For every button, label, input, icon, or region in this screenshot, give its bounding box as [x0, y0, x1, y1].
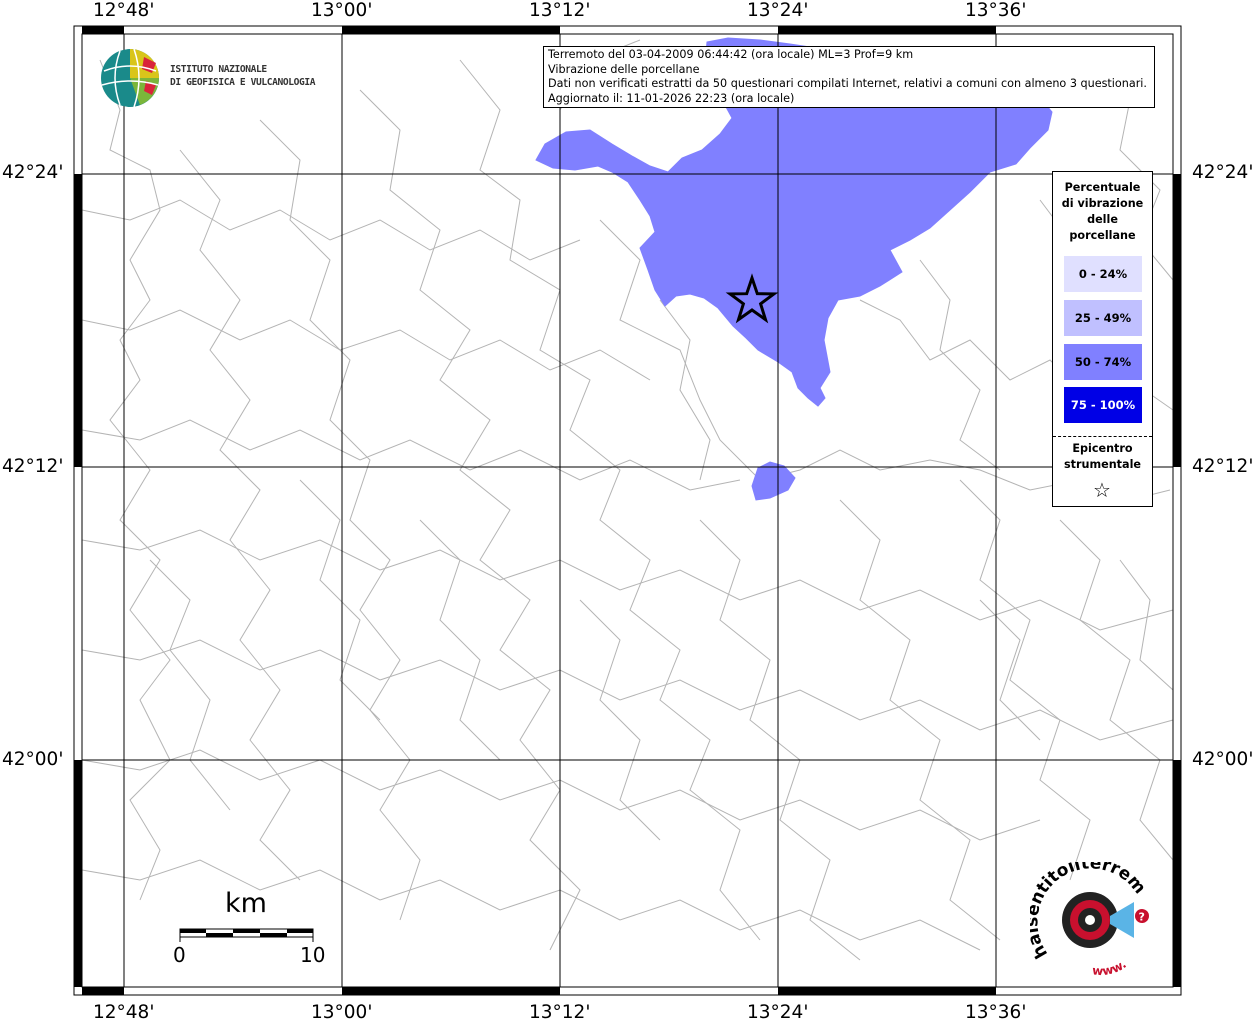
- haisentito-logo-www: www.: [1092, 957, 1129, 978]
- map-subject: Vibrazione delle porcellane: [548, 62, 700, 76]
- legend-star-icon: ☆: [1093, 478, 1111, 502]
- question-icon: ?: [1135, 909, 1149, 924]
- legend-separator: [1053, 436, 1152, 437]
- legend-title: Percentuale di vibrazione delle porcella…: [1053, 180, 1152, 244]
- legend-epicenter-line: Epicentro: [1072, 442, 1133, 455]
- legend-class-50-74: 50 - 74%: [1064, 344, 1142, 380]
- ingv-logo-text: ISTITUTO NAZIONALE DI GEOFISICA E VULCAN…: [170, 63, 316, 89]
- legend-title-line: Percentuale: [1064, 181, 1141, 194]
- lon-label-bottom: 13°00': [311, 1002, 373, 1023]
- lat-label-left: 42°00': [2, 749, 64, 770]
- scale-end: 10: [300, 943, 326, 967]
- scale-unit: km: [225, 888, 267, 919]
- lat-label-left: 42°24': [2, 162, 64, 183]
- lon-label-bottom: 13°36': [965, 1002, 1027, 1023]
- lat-label-right: 42°24': [1192, 162, 1254, 183]
- lat-label-right: 42°12': [1192, 456, 1254, 477]
- svg-text:?: ?: [1139, 911, 1145, 924]
- legend-epicenter-line: strumentale: [1063, 458, 1142, 471]
- lat-label-left: 42°12': [2, 456, 64, 477]
- lon-label-top: 12°48': [93, 0, 155, 21]
- event-info-box: Terremoto del 03-04-2009 06:44:42 (ora l…: [543, 46, 1155, 108]
- lon-label-top: 13°24': [747, 0, 809, 21]
- lon-label-bottom: 13°12': [529, 1002, 591, 1023]
- lon-label-bottom: 12°48': [93, 1002, 155, 1023]
- legend: Percentuale di vibrazione delle porcella…: [1052, 171, 1153, 507]
- legend-class-25-49: 25 - 49%: [1064, 300, 1142, 336]
- legend-title-line: di vibrazione: [1061, 197, 1144, 210]
- legend-epicenter-title: Epicentro strumentale: [1053, 441, 1152, 473]
- globe-icon: [101, 48, 159, 108]
- ingv-logo-line1: ISTITUTO NAZIONALE: [170, 64, 267, 75]
- legend-title-line: delle: [1087, 213, 1118, 226]
- legend-title-line: porcellane: [1069, 229, 1136, 242]
- lon-label-top: 13°00': [311, 0, 373, 21]
- scale-start: 0: [173, 943, 186, 967]
- update-date: Aggiornato il: 11-01-2026 22:23 (ora loc…: [548, 91, 795, 105]
- lat-label-right: 42°00': [1192, 749, 1254, 770]
- legend-class-75-100: 75 - 100%: [1064, 387, 1142, 423]
- data-note: Dati non verificati estratti da 50 quest…: [548, 77, 1147, 91]
- ingv-logo-line2: DI GEOFISICA E VULCANOLOGIA: [170, 77, 316, 88]
- lon-label-bottom: 13°24': [747, 1002, 809, 1023]
- lon-label-top: 13°36': [965, 0, 1027, 21]
- event-title: Terremoto del 03-04-2009 06:44:42 (ora l…: [548, 48, 914, 61]
- lon-label-top: 13°12': [529, 0, 591, 21]
- legend-class-0-24: 0 - 24%: [1064, 256, 1142, 292]
- ingv-logo: ISTITUTO NAZIONALE DI GEOFISICA E VULCAN…: [100, 47, 330, 111]
- target-icon: [1062, 892, 1118, 948]
- haisentito-logo: haisentitoilterremoto.it www. ?: [1022, 847, 1165, 982]
